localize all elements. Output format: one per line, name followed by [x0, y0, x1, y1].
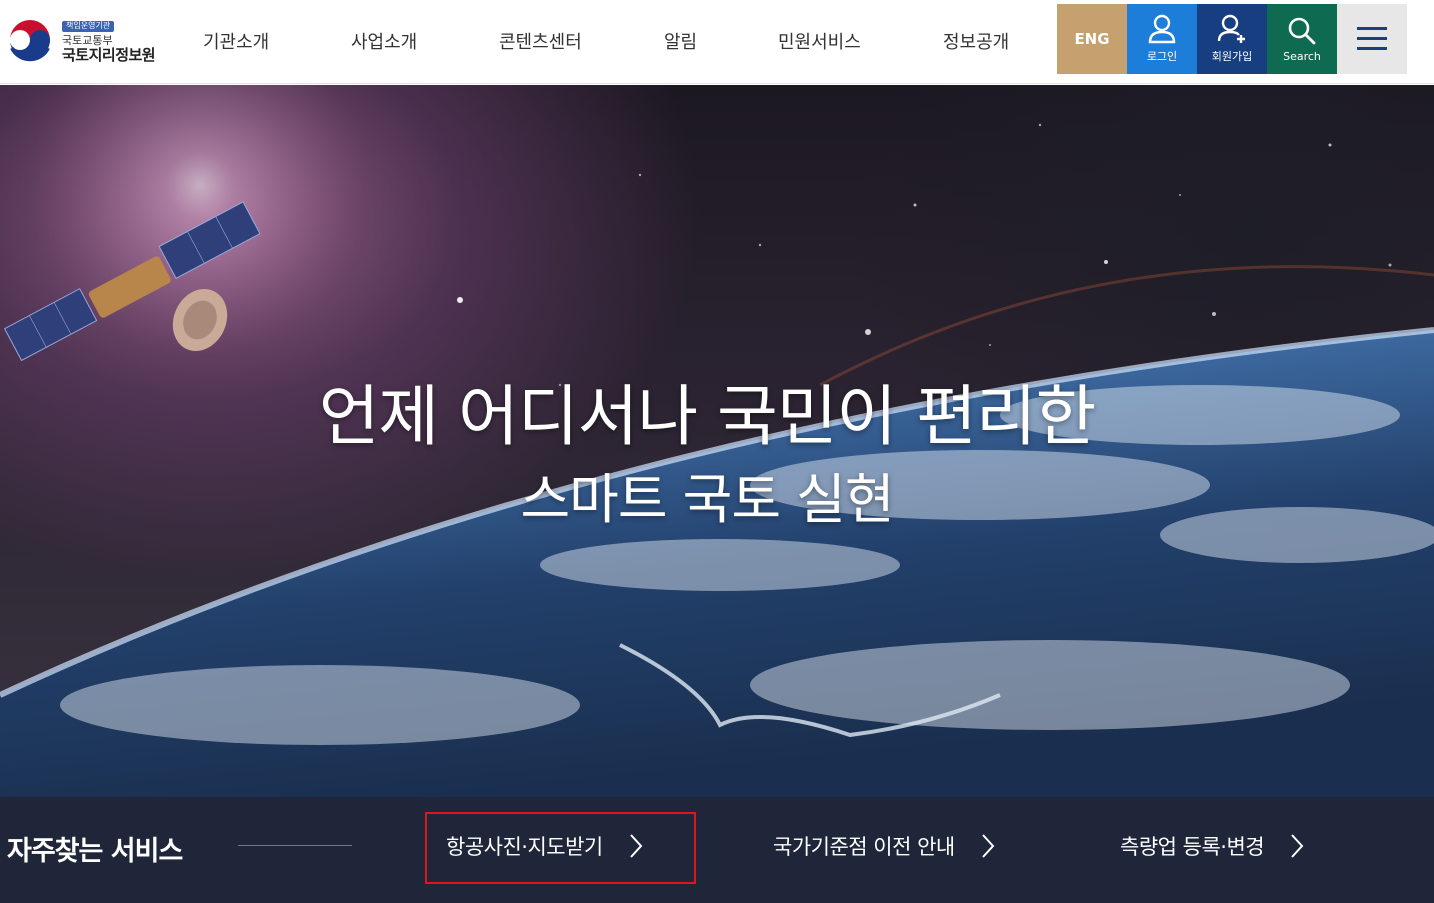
login-button[interactable]: 로그인	[1127, 4, 1197, 74]
login-label: 로그인	[1146, 50, 1178, 63]
user-add-icon	[1217, 14, 1245, 43]
logo-agency-name: 국토지리정보원	[62, 45, 156, 64]
nav-item-business[interactable]: 사업소개	[351, 28, 417, 54]
logo-badge: 책임운영기관	[62, 20, 115, 32]
hero-visual: 언제 어디서나 국민이 편리한 스마트 국토 실현	[0, 85, 1434, 797]
search-icon	[1288, 17, 1316, 44]
all-menu-button[interactable]	[1337, 4, 1407, 74]
user-icon	[1148, 14, 1176, 44]
nav-item-disclosure[interactable]: 정보공개	[943, 28, 1009, 54]
search-button[interactable]: Search	[1267, 4, 1337, 74]
quick-item-label: 국가기준점 이전 안내	[773, 835, 955, 859]
nav-item-about[interactable]: 기관소개	[203, 28, 269, 54]
chevron-right-icon	[981, 834, 995, 858]
quick-item-survey-registration[interactable]: 측량업 등록·변경	[1120, 831, 1304, 861]
utility-menu: ENG 로그인 회원가입 Search	[1057, 4, 1407, 74]
hero-title: 언제 어디서나 국민이 편리한	[318, 378, 1097, 455]
chevron-right-icon	[1291, 834, 1304, 858]
site-header: 책임운영기관 국토교통부 국토지리정보원 기관소개 사업소개 콘텐츠센터 알림 …	[0, 0, 1434, 84]
quick-divider-line	[238, 845, 352, 846]
agency-logo[interactable]: 책임운영기관 국토교통부 국토지리정보원	[6, 14, 166, 70]
hero-subtitle: 스마트 국토 실현	[520, 468, 894, 531]
taegeuk-emblem-icon	[6, 18, 54, 66]
join-label: 회원가입	[1211, 50, 1253, 63]
quick-item-control-point-relocation[interactable]: 국가기준점 이전 안내	[773, 831, 995, 861]
highlight-box	[425, 812, 696, 884]
logo-ministry: 국토교통부	[62, 33, 113, 47]
join-button[interactable]: 회원가입	[1197, 4, 1267, 74]
english-button[interactable]: ENG	[1057, 4, 1127, 74]
quick-item-label: 측량업 등록·변경	[1120, 835, 1265, 859]
quick-service-title: 자주찾는 서비스	[7, 836, 183, 867]
hamburger-menu-icon	[1357, 27, 1387, 50]
nav-item-civil-service[interactable]: 민원서비스	[778, 28, 861, 54]
nav-item-notice[interactable]: 알림	[664, 28, 697, 54]
nav-item-contents[interactable]: 콘텐츠센터	[499, 28, 582, 54]
quick-service-bar: 자주찾는 서비스 항공사진·지도받기 국가기준점 이전 안내 측량업 등록·변경	[0, 797, 1434, 903]
search-label: Search	[1283, 49, 1321, 63]
